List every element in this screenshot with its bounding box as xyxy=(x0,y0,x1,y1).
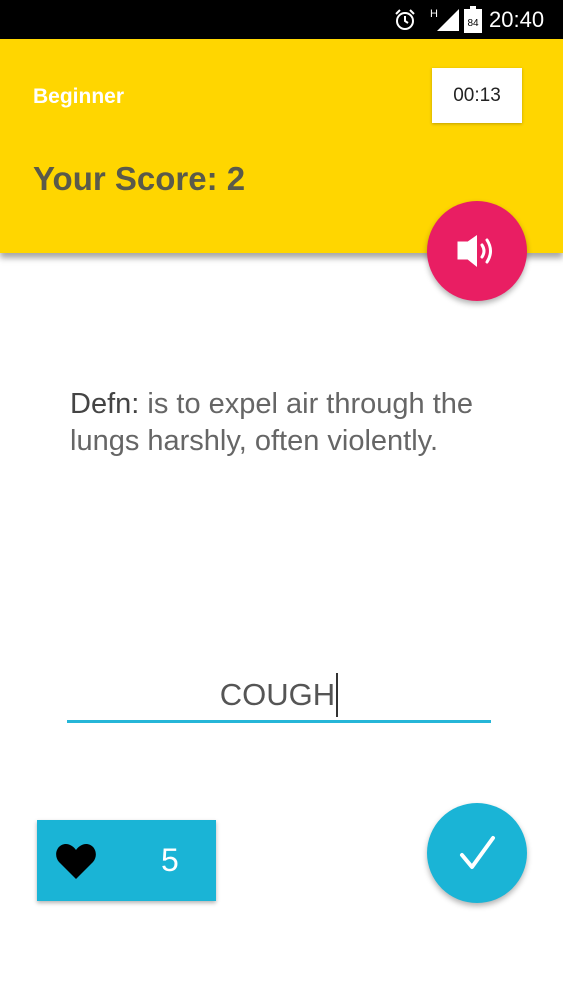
timer-value: 00:13 xyxy=(453,84,501,106)
timer-box: 00:13 xyxy=(432,68,522,123)
network-type-label: H xyxy=(430,8,438,20)
status-bar: H 84 20:40 xyxy=(0,0,563,39)
speaker-button[interactable] xyxy=(427,201,527,301)
lives-box: 5 xyxy=(37,820,216,901)
score-label: Your Score: 2 xyxy=(33,160,246,197)
speaker-icon xyxy=(457,235,492,267)
heart-icon xyxy=(56,844,96,879)
definition-label: Defn: xyxy=(70,388,140,420)
text-cursor xyxy=(336,673,339,717)
battery-icon: 84 xyxy=(464,6,482,33)
battery-level: 84 xyxy=(467,18,479,29)
signal-icon: H xyxy=(430,8,459,31)
lives-count: 5 xyxy=(161,842,179,878)
check-icon xyxy=(460,836,495,869)
definition-text: Defn: is to expel air through the lungs … xyxy=(70,386,490,460)
level-label: Beginner xyxy=(33,85,125,108)
answer-value: COUGH xyxy=(219,677,336,712)
answer-input[interactable]: COUGH xyxy=(67,670,491,723)
submit-button[interactable] xyxy=(427,803,527,903)
alarm-icon xyxy=(395,9,415,30)
status-time: 20:40 xyxy=(489,7,545,32)
